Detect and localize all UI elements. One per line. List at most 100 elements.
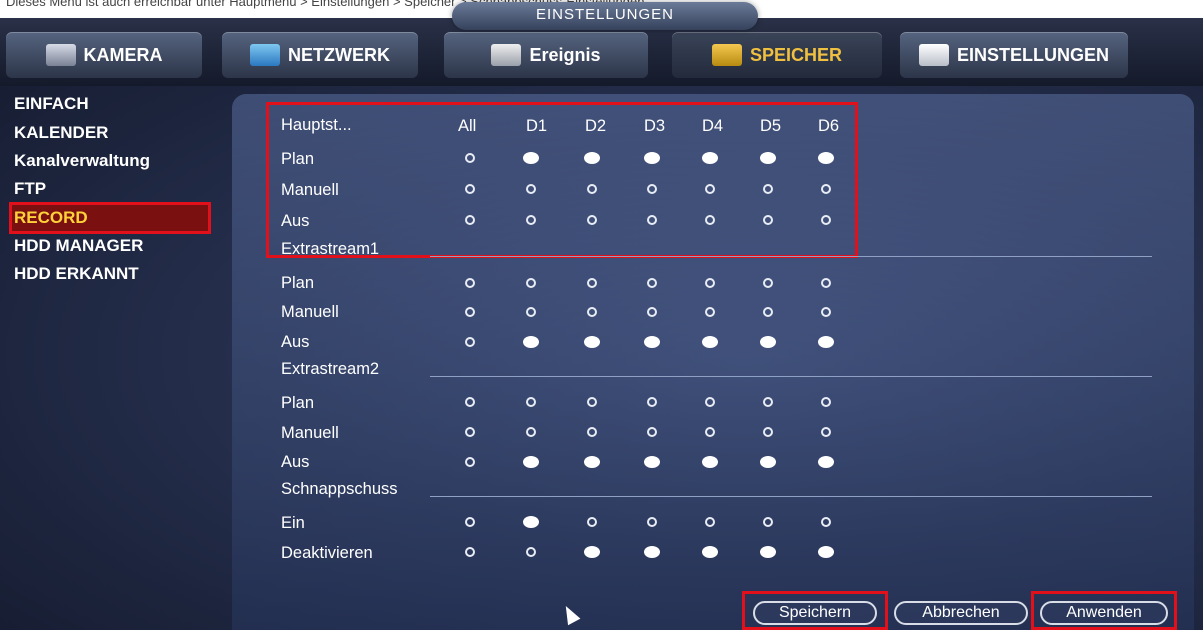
- radio-unselected[interactable]: [647, 278, 657, 288]
- camera-icon: [45, 44, 76, 66]
- radio-unselected[interactable]: [465, 184, 475, 194]
- radio-unselected[interactable]: [465, 337, 475, 347]
- radio-unselected[interactable]: [465, 547, 475, 557]
- tab-speicher[interactable]: SPEICHER: [672, 32, 882, 78]
- radio-selected[interactable]: [584, 336, 600, 348]
- radio-unselected[interactable]: [705, 184, 715, 194]
- radio-selected[interactable]: [818, 152, 834, 164]
- radio-unselected[interactable]: [587, 427, 597, 437]
- cancel-button[interactable]: Abbrechen: [894, 601, 1028, 625]
- radio-selected[interactable]: [818, 546, 834, 558]
- radio-unselected[interactable]: [647, 427, 657, 437]
- tab-kamera[interactable]: KAMERA: [6, 32, 202, 78]
- radio-unselected[interactable]: [821, 184, 831, 194]
- window-title: EINSTELLUNGEN: [452, 2, 758, 30]
- radio-unselected[interactable]: [587, 215, 597, 225]
- radio-selected[interactable]: [702, 546, 718, 558]
- radio-unselected[interactable]: [763, 307, 773, 317]
- radio-unselected[interactable]: [465, 427, 475, 437]
- radio-unselected[interactable]: [526, 215, 536, 225]
- radio-selected[interactable]: [760, 546, 776, 558]
- radio-unselected[interactable]: [587, 397, 597, 407]
- radio-selected[interactable]: [818, 456, 834, 468]
- radio-unselected[interactable]: [821, 215, 831, 225]
- radio-unselected[interactable]: [821, 517, 831, 527]
- radio-selected[interactable]: [523, 336, 539, 348]
- radio-unselected[interactable]: [821, 397, 831, 407]
- radio-unselected[interactable]: [526, 278, 536, 288]
- radio-selected[interactable]: [702, 336, 718, 348]
- radio-unselected[interactable]: [587, 307, 597, 317]
- radio-unselected[interactable]: [705, 517, 715, 527]
- radio-selected[interactable]: [818, 336, 834, 348]
- radio-selected[interactable]: [702, 152, 718, 164]
- radio-selected[interactable]: [760, 336, 776, 348]
- sidebar-item-einfach[interactable]: EINFACH: [14, 91, 89, 117]
- radio-selected[interactable]: [702, 456, 718, 468]
- radio-unselected[interactable]: [526, 397, 536, 407]
- sidebar-item-hdd-erkannt[interactable]: HDD ERKANNT: [14, 261, 139, 287]
- radio-unselected[interactable]: [465, 397, 475, 407]
- mainstream-highlight-box: [266, 102, 858, 258]
- sidebar-item-kalender[interactable]: KALENDER: [14, 120, 108, 146]
- radio-unselected[interactable]: [465, 215, 475, 225]
- section-title-extrastream1: Extrastream1: [281, 240, 380, 258]
- radio-unselected[interactable]: [587, 278, 597, 288]
- event-icon: [491, 44, 522, 66]
- radio-unselected[interactable]: [647, 517, 657, 527]
- radio-unselected[interactable]: [705, 307, 715, 317]
- radio-unselected[interactable]: [821, 427, 831, 437]
- tab-label: EINSTELLUNGEN: [956, 44, 1109, 65]
- radio-unselected[interactable]: [526, 307, 536, 317]
- tab-ereignis[interactable]: Ereignis: [444, 32, 648, 78]
- save-highlight-box: [742, 591, 888, 630]
- radio-unselected[interactable]: [647, 307, 657, 317]
- radio-selected[interactable]: [584, 152, 600, 164]
- radio-unselected[interactable]: [526, 427, 536, 437]
- radio-selected[interactable]: [523, 456, 539, 468]
- radio-unselected[interactable]: [821, 278, 831, 288]
- radio-selected[interactable]: [523, 152, 539, 164]
- radio-unselected[interactable]: [465, 153, 475, 163]
- radio-selected[interactable]: [644, 546, 660, 558]
- radio-unselected[interactable]: [763, 184, 773, 194]
- radio-unselected[interactable]: [763, 278, 773, 288]
- radio-selected[interactable]: [760, 456, 776, 468]
- tab-label: NETZWERK: [288, 44, 390, 65]
- section-divider: [430, 496, 1152, 497]
- radio-unselected[interactable]: [647, 184, 657, 194]
- sidebar-item-record[interactable]: RECORD: [9, 202, 211, 234]
- radio-unselected[interactable]: [526, 547, 536, 557]
- radio-unselected[interactable]: [647, 397, 657, 407]
- radio-unselected[interactable]: [705, 397, 715, 407]
- radio-selected[interactable]: [584, 546, 600, 558]
- radio-unselected[interactable]: [465, 278, 475, 288]
- radio-unselected[interactable]: [647, 215, 657, 225]
- radio-selected[interactable]: [644, 456, 660, 468]
- tab-label: Ereignis: [529, 44, 601, 65]
- sidebar-item-hdd-manager[interactable]: HDD MANAGER: [14, 233, 143, 259]
- radio-selected[interactable]: [760, 152, 776, 164]
- radio-unselected[interactable]: [821, 307, 831, 317]
- radio-selected[interactable]: [584, 456, 600, 468]
- radio-unselected[interactable]: [465, 307, 475, 317]
- radio-unselected[interactable]: [763, 397, 773, 407]
- radio-unselected[interactable]: [526, 184, 536, 194]
- tab-einstellungen[interactable]: EINSTELLUNGEN: [900, 32, 1128, 78]
- tab-netzwerk[interactable]: NETZWERK: [222, 32, 418, 78]
- radio-unselected[interactable]: [763, 427, 773, 437]
- radio-selected[interactable]: [644, 336, 660, 348]
- radio-unselected[interactable]: [705, 215, 715, 225]
- sidebar-item-kanalverwaltung[interactable]: Kanalverwaltung: [14, 148, 150, 174]
- radio-unselected[interactable]: [705, 278, 715, 288]
- radio-unselected[interactable]: [763, 215, 773, 225]
- sidebar-item-ftp[interactable]: FTP: [14, 176, 46, 202]
- radio-selected[interactable]: [523, 516, 539, 528]
- radio-unselected[interactable]: [587, 184, 597, 194]
- radio-unselected[interactable]: [705, 427, 715, 437]
- radio-unselected[interactable]: [763, 517, 773, 527]
- radio-selected[interactable]: [644, 152, 660, 164]
- radio-unselected[interactable]: [465, 517, 475, 527]
- radio-unselected[interactable]: [465, 457, 475, 467]
- radio-unselected[interactable]: [587, 517, 597, 527]
